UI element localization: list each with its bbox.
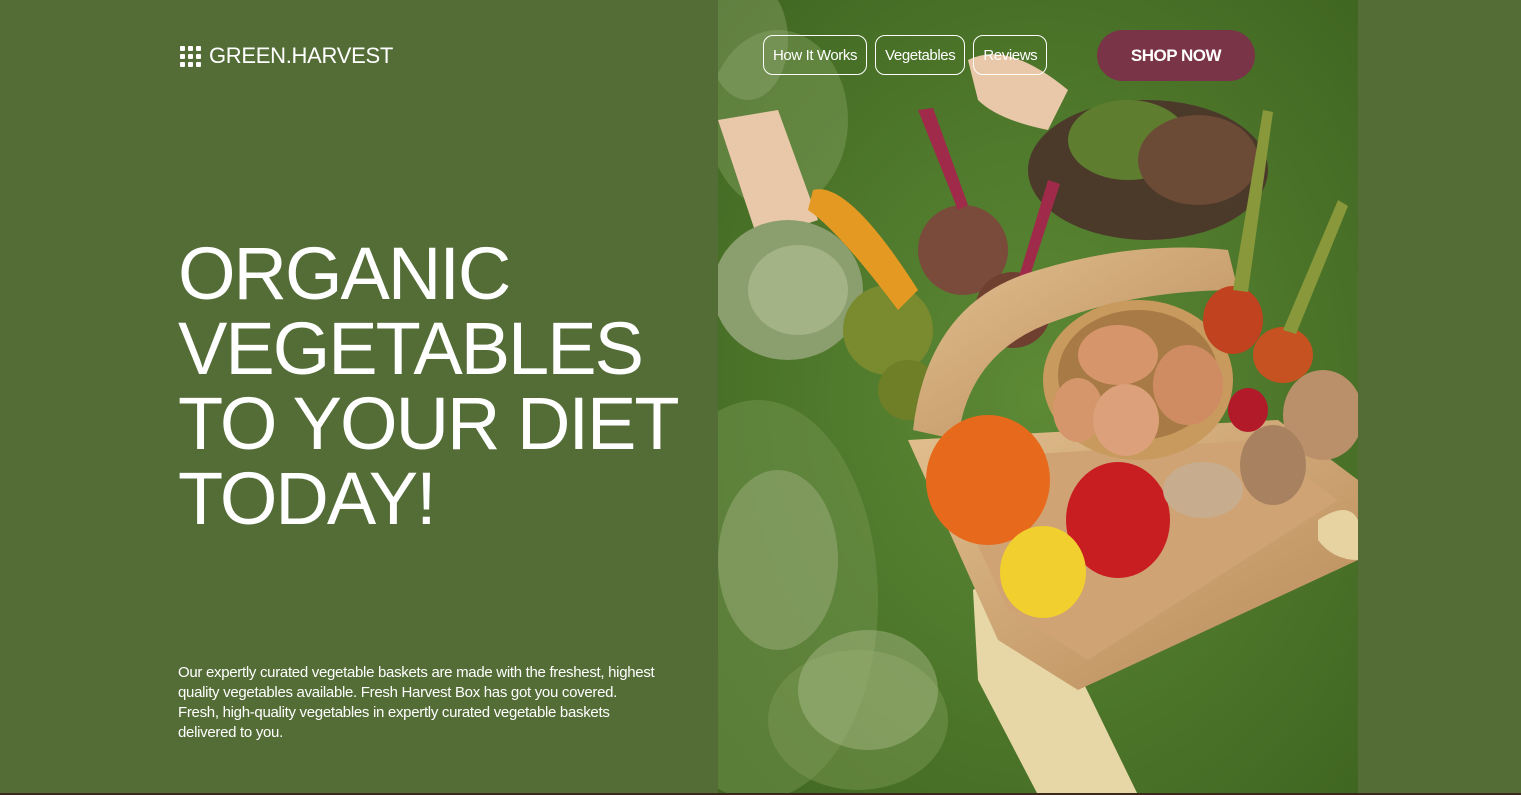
vegetable-basket-illustration xyxy=(718,0,1358,795)
headline-line: ORGANIC xyxy=(178,232,511,315)
nav-link-how-it-works[interactable]: How It Works xyxy=(763,35,868,75)
shop-now-button[interactable]: SHOP NOW xyxy=(1097,30,1255,81)
grid-icon xyxy=(180,45,201,67)
headline-line: VEGETABLES xyxy=(178,307,644,390)
headline-line: TODAY! xyxy=(178,457,437,540)
landing-page: GREEN.HARVEST ORGANIC VEGETABLES TO YOUR… xyxy=(0,0,1521,795)
brand-logo[interactable]: GREEN.HARVEST xyxy=(180,45,393,67)
hero-image xyxy=(718,0,1358,795)
headline-line: TO YOUR DIET xyxy=(178,382,680,465)
main-nav: How It Works Vegetables Reviews xyxy=(763,35,1048,75)
brand-name: GREEN.HARVEST xyxy=(209,43,393,68)
hero-headline: ORGANIC VEGETABLES TO YOUR DIET TODAY! xyxy=(178,236,718,536)
nav-link-vegetables[interactable]: Vegetables xyxy=(875,35,966,75)
nav-link-reviews[interactable]: Reviews xyxy=(973,35,1048,75)
hero-description: Our expertly curated vegetable baskets a… xyxy=(178,664,655,741)
